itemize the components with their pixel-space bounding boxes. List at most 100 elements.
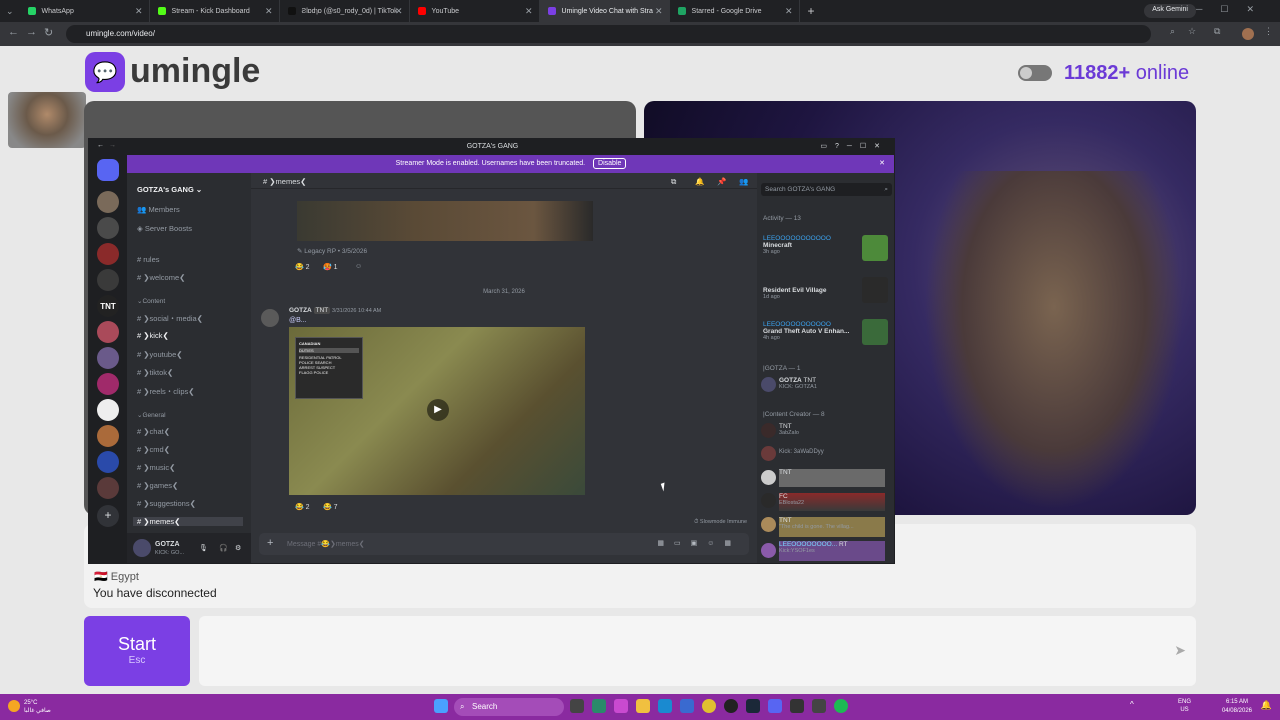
reload-icon[interactable]: ↻ [44,26,53,39]
member-row[interactable]: TNT 3abZalo [779,423,799,436]
reaction[interactable]: 😂 2 [295,503,310,511]
filter-toggle[interactable] [1018,65,1052,81]
composer-tools[interactable]: ▦▭▣☺▦ [657,539,741,547]
reaction[interactable]: 😂 2 [295,263,310,271]
server-icon[interactable]: TNT [97,295,119,317]
members-icon[interactable]: 👥 [739,177,748,186]
reaction[interactable]: 🥵 1 [323,263,338,271]
zoom-icon[interactable]: ⌕ [1170,26,1175,37]
avatar[interactable] [761,423,776,438]
store-icon[interactable] [680,699,694,713]
game-video-attachment[interactable]: CANADIAN DUTIES RESIDENTIAL PATROL POLIC… [289,327,585,495]
embedded-image[interactable] [297,201,593,241]
close-tab-icon[interactable]: ✕ [655,6,663,17]
language-indicator[interactable]: ENG US [1178,698,1191,714]
mic-icon[interactable]: 🎙 [199,544,208,552]
clock[interactable]: 6:15 AM 04/08/2026 [1222,698,1252,716]
nav-members[interactable]: 👥 Members [137,205,180,214]
member-row[interactable]: LEEOOOOOOOO... RT Kick:YSOF1es [779,541,885,561]
app-icon[interactable] [790,699,804,713]
channel-kick[interactable]: # ❯kick❮ [137,331,169,340]
bookmark-star-icon[interactable]: ☆ [1188,26,1196,37]
server-icon[interactable] [97,191,119,213]
tray-chevron-icon[interactable]: ^ [1130,700,1134,709]
activity-card[interactable]: Resident Evil Village 1d ago [763,279,826,300]
settings-icon[interactable]: ⚙ [235,544,241,552]
avatar[interactable] [761,493,776,508]
menu-icon[interactable]: ⋮ [1264,26,1273,37]
close-banner-icon[interactable]: ✕ [879,159,885,167]
message-author[interactable]: GOTZA [289,307,312,314]
channel-social-media[interactable]: # ❯social・media❮ [137,313,203,324]
profile-avatar[interactable] [1242,28,1254,40]
nav-back-icon[interactable]: ← [97,142,104,149]
tab-tiktok[interactable]: Ƨlɒdɿɒ (@s0_rody_0d) | TikTok ✕ [280,0,410,22]
avatar[interactable] [761,470,776,485]
taskbar-search[interactable]: ⌕ Search [454,698,564,716]
channel-reels-clips[interactable]: # ❯reels・clips❮ [137,386,195,397]
close-tab-icon[interactable]: ✕ [265,6,273,17]
window-controls[interactable]: ▭?─☐✕ [820,142,888,150]
add-reaction-icon[interactable]: ☺ [355,263,362,270]
tab-kick-dashboard[interactable]: Stream - Kick Dashboard ✕ [150,0,280,22]
server-icon[interactable] [97,243,119,265]
nav-forward-icon[interactable]: → [109,142,116,149]
avatar[interactable] [761,377,776,392]
avatar[interactable] [761,446,776,461]
server-icon[interactable] [97,321,119,343]
search-input[interactable]: Search GOTZA's GANG ⌕ [761,183,892,196]
task-view-icon[interactable] [570,699,584,713]
discord-icon[interactable] [768,699,782,713]
avatar[interactable] [261,309,279,327]
ask-gemini-button[interactable]: Ask Gemini [1144,4,1196,18]
channel-cmd[interactable]: # ❯cmd❮ [137,445,170,454]
tab-youtube[interactable]: YouTube ✕ [410,0,540,22]
close-tab-icon[interactable]: ✕ [395,6,403,17]
channel-tiktok[interactable]: # ❯tiktok❮ [137,368,173,377]
tab-google-drive[interactable]: Starred - Google Drive ✕ [670,0,800,22]
start-icon[interactable] [434,699,448,713]
discord-home-icon[interactable] [97,159,119,181]
server-icon[interactable] [97,425,119,447]
member-row[interactable]: FC EBlosta22 [779,493,885,511]
new-tab-button[interactable]: + [808,4,815,18]
avatar[interactable] [761,517,776,532]
chrome-icon[interactable] [702,699,716,713]
close-tab-icon[interactable]: ✕ [525,6,533,17]
threads-icon[interactable]: ⧉ [671,177,676,187]
nav-server-boosts[interactable]: ◈ Server Boosts [137,224,192,233]
category-content[interactable]: ⌄Content [137,297,165,305]
pin-icon[interactable]: 📌 [717,177,726,186]
app-icon[interactable] [812,699,826,713]
activity-card[interactable]: LEEOOOOOOOOOOO Minecraft 3h ago [763,235,831,255]
server-icon[interactable] [97,451,119,473]
server-icon[interactable] [97,347,119,369]
member-row[interactable]: Kick: 3aWaDDyy [779,449,824,455]
member-row[interactable]: GOTZA TNT KICK: GOTZA1 [779,377,817,390]
tab-list-dropdown-icon[interactable]: ⌄ [6,6,14,17]
close-tab-icon[interactable]: ✕ [785,6,793,17]
member-row[interactable]: TNT "The child is gone. The villag... [779,517,885,537]
notifications-icon[interactable]: 🔔 [1261,700,1272,711]
start-button[interactable]: Start Esc [84,616,190,686]
bell-icon[interactable]: 🔔 [695,177,704,186]
tab-whatsapp[interactable]: WhatsApp ✕ [20,0,150,22]
umingle-logo[interactable]: umingle [130,52,260,91]
obs-icon[interactable] [724,699,738,713]
back-icon[interactable]: ← [8,26,19,38]
channel-rules[interactable]: # rules [137,255,160,264]
member-row[interactable]: TNT [779,469,885,487]
channel-suggestions[interactable]: # ❯suggestions❮ [137,499,196,508]
server-icon[interactable] [97,399,119,421]
disable-streamer-mode-button[interactable]: Disable [593,158,627,169]
avatar[interactable] [133,539,151,557]
channel-chat[interactable]: # ❯chat❮ [137,427,170,436]
spotify-icon[interactable] [834,699,848,713]
channel-welcome[interactable]: # ❯welcome❮ [137,273,185,282]
file-explorer-icon[interactable] [636,699,650,713]
play-icon[interactable]: ▶ [427,399,449,421]
tab-umingle[interactable]: Umingle Video Chat with Stra ✕ [539,0,670,22]
window-controls[interactable]: ─☐✕ [1196,4,1272,15]
close-tab-icon[interactable]: ✕ [135,6,143,17]
headphones-icon[interactable]: 🎧 [219,544,228,552]
